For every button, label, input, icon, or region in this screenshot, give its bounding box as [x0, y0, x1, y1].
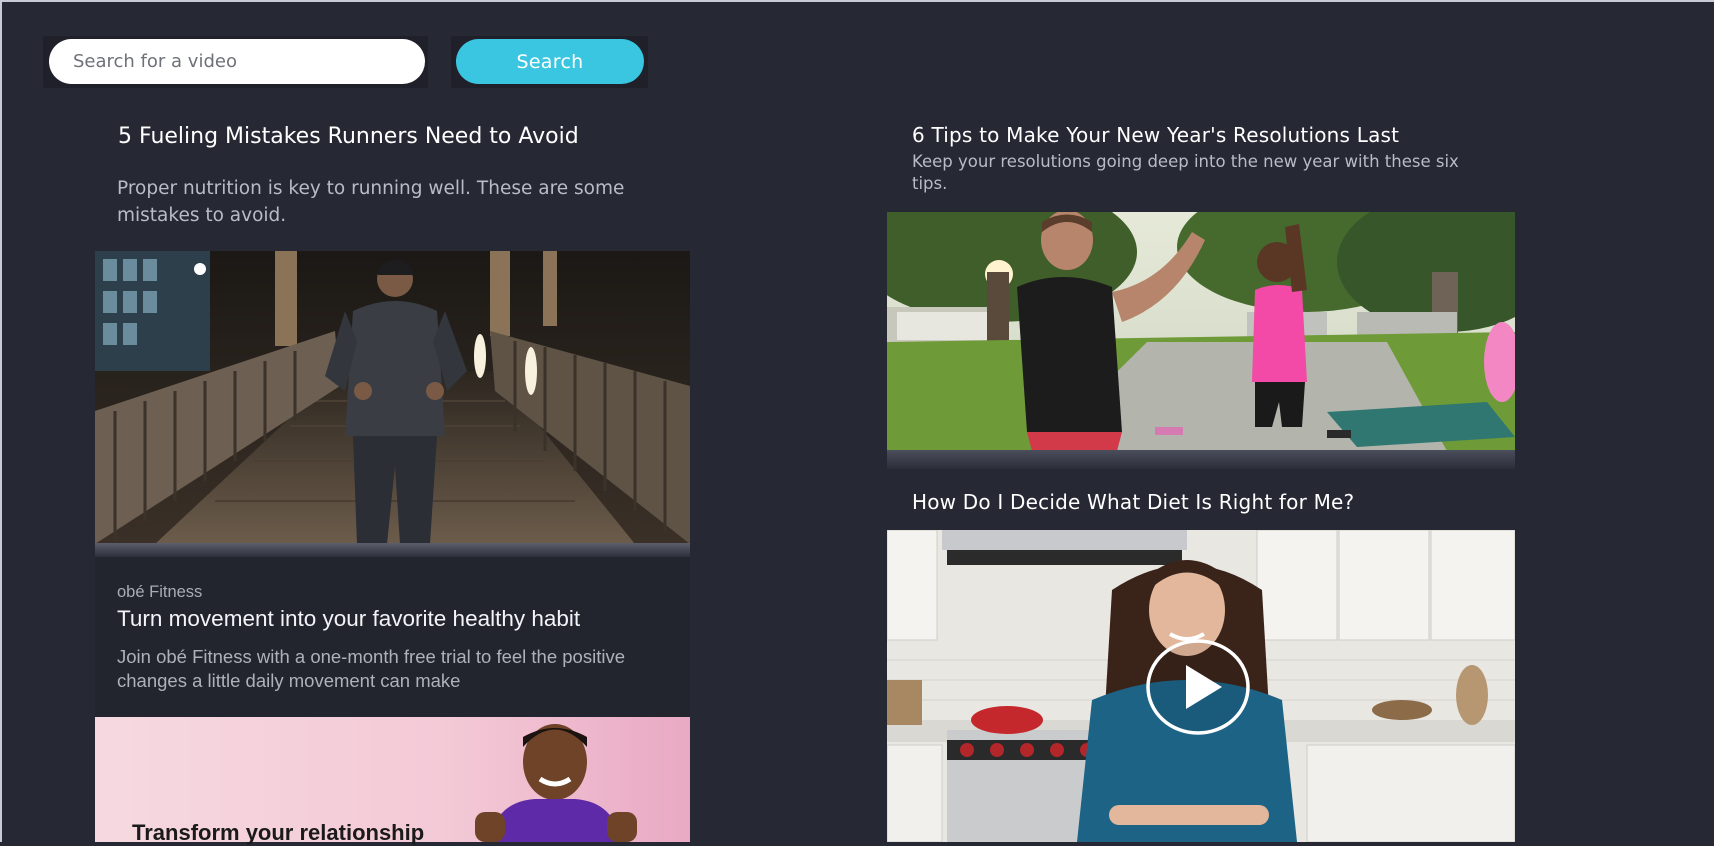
- sponsored-ad[interactable]: [95, 557, 690, 717]
- window-border-top: [0, 0, 1714, 2]
- video-progress-bar[interactable]: [95, 543, 690, 557]
- video-progress-bar[interactable]: [887, 450, 1515, 469]
- article-thumbnail[interactable]: [887, 212, 1515, 451]
- ad-image-caption: Transform your relationship: [132, 820, 425, 845]
- search-input[interactable]: [49, 39, 425, 84]
- article-thumbnail[interactable]: [95, 251, 690, 544]
- article-title[interactable]: 6 Tips to Make Your New Year's Resolutio…: [912, 123, 1512, 147]
- article-description: Proper nutrition is key to running well.…: [117, 178, 625, 226]
- ad-headline[interactable]: Turn movement into your favorite healthy…: [117, 606, 677, 632]
- ad-body-text: Join obé Fitness with a one-month free t…: [117, 646, 625, 691]
- play-icon[interactable]: [1145, 638, 1251, 736]
- article-title[interactable]: How Do I Decide What Diet Is Right for M…: [912, 490, 1512, 514]
- article-title[interactable]: 5 Fueling Mistakes Runners Need to Avoid: [118, 124, 678, 149]
- window-border-left: [0, 0, 2, 842]
- search-button[interactable]: Search: [456, 39, 644, 84]
- article-description: Keep your resolutions going deep into th…: [912, 152, 1459, 193]
- ad-sponsor-name: obé Fitness: [117, 583, 203, 601]
